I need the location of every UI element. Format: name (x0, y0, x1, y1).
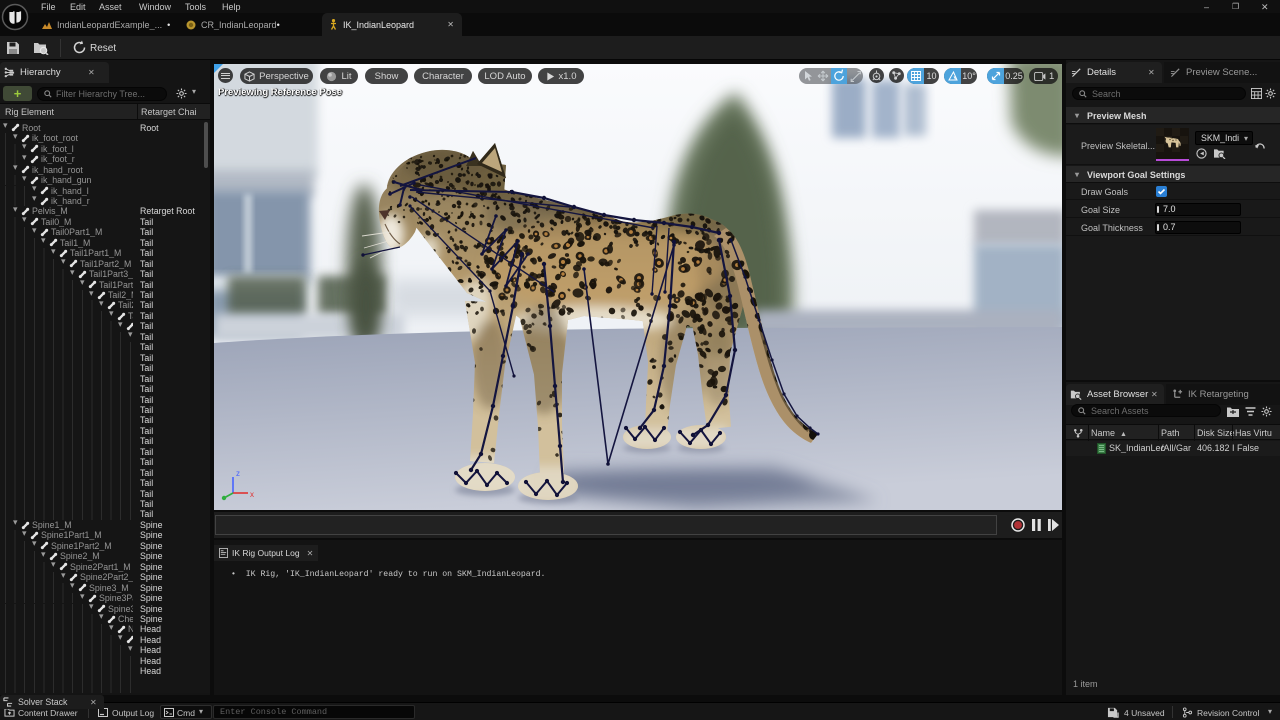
svg-text:z: z (236, 469, 240, 478)
svg-text:x: x (250, 490, 254, 499)
